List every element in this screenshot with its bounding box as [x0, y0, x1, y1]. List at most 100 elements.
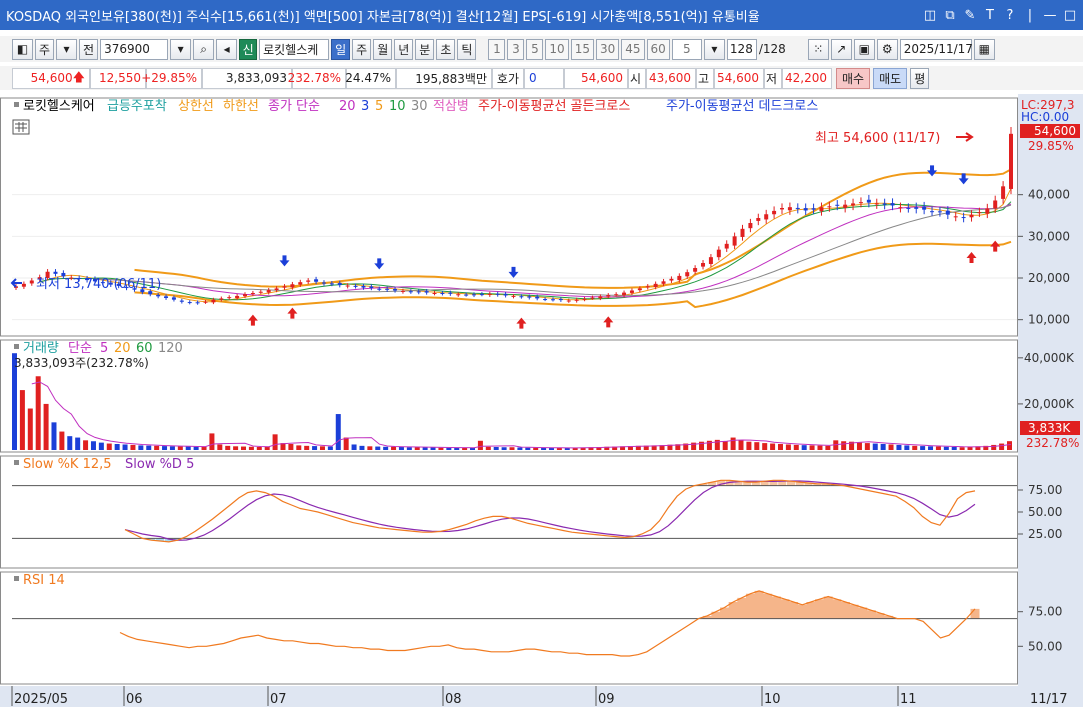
- period-month[interactable]: 월: [373, 38, 393, 60]
- volume-bar: [801, 445, 807, 450]
- interval-45[interactable]: 45: [621, 38, 645, 60]
- candle-body: [448, 292, 453, 294]
- grid-toggle-icon[interactable]: [12, 119, 30, 135]
- sound-icon[interactable]: ◂: [216, 38, 238, 60]
- volume-bar: [856, 442, 862, 450]
- candle-body: [882, 203, 887, 205]
- volume-bar: [264, 447, 270, 450]
- eval-button[interactable]: 평: [910, 67, 930, 89]
- candle-body: [353, 285, 358, 287]
- candle-body: [187, 302, 192, 304]
- edit-icon[interactable]: ✎: [963, 8, 977, 23]
- search-icon[interactable]: ⌕: [193, 38, 215, 60]
- candle-body: [203, 301, 208, 303]
- sell-button[interactable]: 매도: [873, 67, 908, 89]
- quote-bar: 54,600 🡅 12,550 +29.85% 3,833,093 232.78%…: [0, 66, 1083, 90]
- candle-body: [724, 243, 729, 249]
- volume-percent-tag: 232.78%: [1026, 436, 1079, 450]
- volume-tick-label: 20,000K: [1024, 397, 1075, 411]
- interval-3[interactable]: 3: [507, 38, 525, 60]
- volume-bar: [912, 445, 918, 450]
- period-day[interactable]: 일: [331, 38, 351, 60]
- candle-body: [993, 200, 998, 209]
- stock-chart[interactable]: 로킷헬스케어 급등주포착 상한선 하한선 종가 단순 20 3 5 10 30 적삼병 주가-이동평균…: [0, 94, 1083, 707]
- date-label: 07: [270, 692, 287, 707]
- volume-bar: [209, 433, 215, 450]
- volume-bar: [920, 446, 926, 450]
- indicator-icon[interactable]: ⁙: [807, 38, 829, 60]
- volume-bar: [785, 444, 791, 450]
- interval-1[interactable]: 1: [488, 38, 506, 60]
- candle-body: [61, 272, 66, 277]
- interval-5[interactable]: 5: [526, 38, 544, 60]
- maximize-icon[interactable]: □: [1063, 8, 1077, 23]
- candle-body: [669, 278, 674, 281]
- candle-body: [495, 293, 500, 295]
- date-label: 06: [126, 692, 143, 707]
- candle-body: [550, 299, 555, 301]
- volume-bar: [770, 443, 776, 450]
- draw-tool-icon[interactable]: ↗: [830, 38, 852, 60]
- candle-body: [787, 207, 792, 211]
- date-label: 09: [598, 692, 615, 707]
- legend-item: Slow %K 12,5: [23, 457, 112, 472]
- count-input[interactable]: 128: [726, 38, 757, 60]
- interval-60[interactable]: 60: [646, 38, 670, 60]
- minimize-icon[interactable]: —: [1043, 8, 1057, 23]
- interval-select[interactable]: 5: [671, 38, 702, 60]
- volume-value: 3,833,093: [202, 67, 292, 89]
- volume-bar: [509, 447, 515, 450]
- legend-item: 3: [361, 99, 369, 114]
- interval-dropdown-icon[interactable]: ▾: [703, 38, 725, 60]
- turnover-rate: 24.47%: [345, 67, 396, 89]
- candle-body: [819, 207, 824, 212]
- candle-body: [898, 207, 903, 209]
- arrow-up-icon: 🡅: [72, 69, 85, 84]
- period-tick[interactable]: 틱: [457, 38, 477, 60]
- period-minute[interactable]: 분: [415, 38, 435, 60]
- interval-10[interactable]: 10: [545, 38, 569, 60]
- panel-toggle-icon[interactable]: ◧: [12, 38, 33, 60]
- period-year[interactable]: 년: [394, 38, 414, 60]
- stock-code-input[interactable]: 376900: [100, 38, 169, 60]
- font-icon[interactable]: T: [983, 8, 997, 23]
- mode-select[interactable]: 주: [35, 38, 55, 60]
- chart-toolbar: ◧ 주 ▾ 전 376900 ▾ ⌕ ◂ 신 로킷헬스케 일 주 월 년 분 초…: [0, 36, 1083, 62]
- candle-body: [693, 268, 698, 272]
- candle-body: [961, 217, 966, 219]
- candle-body: [890, 203, 895, 206]
- interval-15[interactable]: 15: [570, 38, 594, 60]
- gear-icon[interactable]: ⚙: [876, 38, 898, 60]
- candle-body: [740, 228, 745, 237]
- date-input[interactable]: 2025/11/17: [899, 38, 973, 60]
- interval-30[interactable]: 30: [595, 38, 620, 60]
- candle-body: [503, 294, 508, 296]
- volume-bar: [114, 444, 120, 450]
- volume-bar: [391, 446, 397, 450]
- prev-button[interactable]: 전: [79, 38, 99, 60]
- code-dropdown-icon[interactable]: ▾: [170, 38, 192, 60]
- volume-bar: [943, 446, 949, 450]
- buy-button[interactable]: 매수: [836, 67, 871, 89]
- candle-body: [290, 284, 295, 288]
- volume-bar: [19, 390, 25, 450]
- volume-bar: [130, 444, 136, 450]
- volume-bar: [162, 446, 168, 450]
- copy-icon[interactable]: ⧉: [943, 8, 957, 23]
- volume-bar: [414, 447, 420, 450]
- save-icon[interactable]: ▣: [853, 38, 875, 60]
- volume-bar: [730, 437, 736, 450]
- volume-tag: 3,833K: [1028, 421, 1071, 435]
- period-second[interactable]: 초: [436, 38, 456, 60]
- calendar-icon[interactable]: ▦: [973, 38, 995, 60]
- layout-icon[interactable]: ◫: [923, 8, 937, 23]
- period-week[interactable]: 주: [352, 38, 372, 60]
- candle-body: [558, 299, 563, 301]
- candle-body: [708, 257, 713, 264]
- mode-dropdown-icon[interactable]: ▾: [56, 38, 78, 60]
- help-icon[interactable]: ?: [1003, 8, 1017, 23]
- chart-background: [0, 94, 1083, 707]
- candle-body: [851, 203, 856, 206]
- candle-body: [258, 291, 263, 293]
- candle-body: [329, 283, 334, 285]
